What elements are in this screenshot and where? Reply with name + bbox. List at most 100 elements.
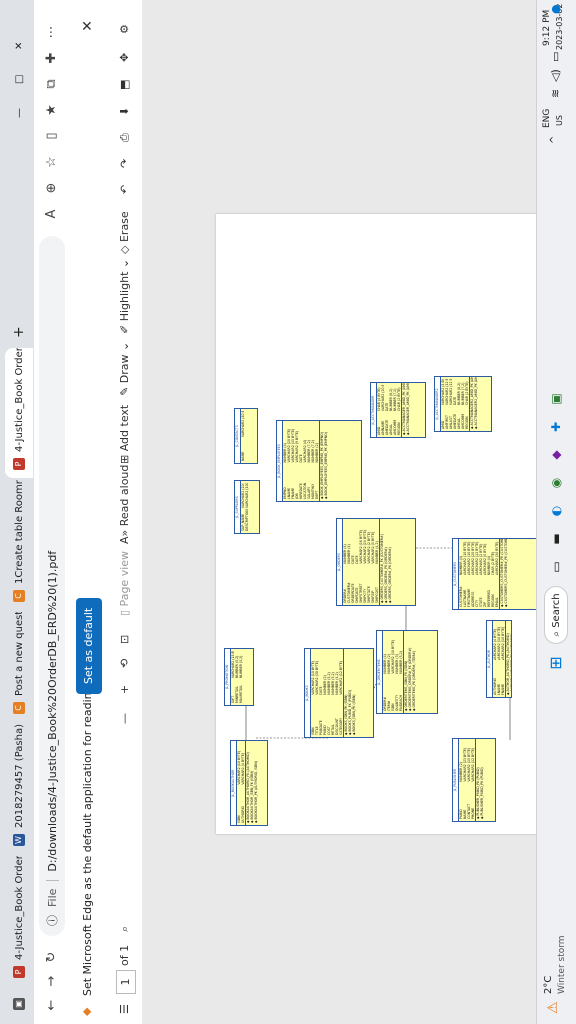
fit-page-icon[interactable]: ⊡	[116, 635, 134, 644]
column-type: CHAR (2 BYTE)	[397, 387, 401, 411]
contents-icon[interactable]: ☰	[116, 1004, 134, 1014]
address-bar: ← → ↻ ⓘ File D:/downloads/4-Justice_Book…	[34, 0, 71, 1024]
page-number-input[interactable]: 1	[116, 970, 136, 994]
search-icon[interactable]: ⌕	[116, 926, 134, 932]
erd-key-row: ◆ BOOKS_ISBN_PK (ISBN)	[352, 694, 356, 736]
minimize-button[interactable]: —	[5, 100, 33, 124]
erd-column-row: MAXRETAIL NUMBER (5,2)	[239, 649, 243, 705]
chrome-icon[interactable]: ◉	[545, 472, 567, 494]
info-icon[interactable]: ⓘ	[44, 915, 60, 926]
app-icon[interactable]: ◆	[545, 444, 567, 466]
window-close-button[interactable]: ✕	[5, 32, 33, 56]
url-field[interactable]: ⓘ File D:/downloads/4-Justice_Book%20Ord…	[39, 236, 65, 936]
favorite-star-icon[interactable]: ☆	[42, 152, 62, 172]
workspaces-button[interactable]: ▣	[5, 988, 33, 1018]
set-as-default-button[interactable]: Set as default	[76, 597, 102, 694]
tab-erd-active[interactable]: P 4-Justice_Book OrderDB_ERD (1 ×	[5, 348, 33, 478]
tab-create-table[interactable]: C 1Create table Roomreservation ×	[5, 480, 33, 610]
zoom-out-button[interactable]: —	[116, 713, 134, 724]
erd-column-row: DESCRIPTION VARCHAR2 (100 BYTE)	[245, 481, 249, 533]
page-view-button[interactable]: ▯ Page view	[116, 551, 134, 616]
more-icon[interactable]: ⋯	[42, 22, 62, 42]
tab-post-question[interactable]: C Post a new question ×	[5, 612, 33, 722]
language-region: US	[555, 115, 564, 126]
volume-icon[interactable]: ◁)	[549, 69, 562, 82]
column-name: PHONE	[471, 807, 475, 819]
task-view-icon[interactable]: ▭	[545, 556, 567, 578]
file-explorer-icon[interactable]: ▬	[545, 528, 567, 550]
tab-erd-1[interactable]: P 4-Justice_Book OrderDB_ERD ×	[5, 856, 33, 986]
column-type: VARCHAR2 (4 BYTE)	[241, 752, 245, 785]
browser-window: ▣ P 4-Justice_Book OrderDB_ERD × W 20182…	[0, 0, 576, 1024]
forward-icon[interactable]: →	[43, 972, 61, 990]
language-indicator[interactable]: ENG	[542, 109, 552, 128]
favorites-icon[interactable]: ★	[42, 100, 62, 120]
column-name: FNAME	[501, 683, 505, 695]
clock-time[interactable]: 9:12 PM	[542, 10, 552, 46]
column-type: NUMBER (4,2)	[375, 541, 379, 564]
weather-icon[interactable]: ⚠	[545, 1001, 561, 1014]
refresh-icon[interactable]: ↻	[43, 948, 61, 966]
read-aloud-button[interactable]: A» Read aloud	[116, 465, 134, 544]
back-icon[interactable]: ←	[43, 996, 61, 1014]
highlight-button[interactable]: ✐ Highlight ⌄	[116, 259, 134, 334]
print-icon[interactable]: ⎙	[116, 133, 134, 142]
start-icon[interactable]: ⊞	[545, 652, 567, 674]
add-text-button[interactable]: ⊞ Add text	[116, 405, 134, 464]
zoom-icon[interactable]: ⊕	[42, 178, 62, 198]
new-tab-button[interactable]: +	[5, 320, 33, 344]
erd-column-row: PAIDEACH NUMBER (5,2)	[399, 631, 403, 713]
rotate-icon[interactable]: ⟲	[116, 659, 134, 668]
erd-key-row: ◆ CUSTOMERS_CUSTOMER#_PK (CUSTOMER#)	[504, 538, 508, 607]
draw-button[interactable]: ✎ Draw ⌄	[116, 342, 134, 396]
weather-desc: Winter storm	[557, 935, 567, 994]
erd-column-row: REGION CHAR (2 BYTE)	[397, 383, 401, 437]
edge-icon[interactable]: ◐	[545, 500, 567, 522]
erd-column-row: AUTHORID VARCHAR2 (4 BYTE)	[241, 741, 245, 825]
erd-column-row: DEPT NUMBER (2)	[315, 421, 319, 501]
column-type: NUMBER (5,2)	[239, 655, 243, 679]
pin-icon[interactable]: ✥	[116, 53, 134, 62]
read-aloud-icon[interactable]: A	[42, 204, 62, 224]
column-name: DEPT	[315, 490, 319, 499]
erd-column-row: NAME VARCHAR2 (40 BYTE)	[241, 409, 245, 463]
erd-table-jl-acctmanager: JL_ACCTMANAGER AMID CHAR (4 BYTE) AMNAME VAR…	[370, 382, 426, 438]
maximize-button[interactable]: □	[5, 66, 33, 90]
erd-column-row: FNAME VARCHAR2 (10 BYTE)	[501, 621, 505, 697]
close-icon[interactable]: ✕	[80, 20, 96, 32]
taskbar-search[interactable]: ⌕ Search	[544, 586, 568, 644]
save-icon[interactable]: ⬇	[116, 107, 134, 116]
battery-icon[interactable]: ▭	[549, 52, 562, 62]
tab-midterm[interactable]: W 2018279457 (Pasha) Midterm do ×	[5, 724, 33, 854]
split-screen-icon[interactable]: ▯	[42, 126, 62, 146]
erd-table-jl-book-employees: JL_BOOK_EMPLOYEES EMPNO NUMBER (4) LNAME VAR…	[276, 420, 362, 502]
settings-icon[interactable]: ⚙	[116, 24, 134, 34]
erd-table-jl-suppliers: JL_SUPPLIERS SUP_NAME VARCHAR2 (20 BYTE) DE…	[234, 480, 260, 534]
word-icon: W	[13, 834, 25, 846]
erase-button[interactable]: ◇ Erase	[116, 211, 134, 254]
tab-bar: ▣ P 4-Justice_Book OrderDB_ERD × W 20182…	[0, 0, 34, 1024]
column-name: MAXRETAIL	[239, 685, 243, 703]
store-icon[interactable]: ✚	[545, 416, 567, 438]
column-name: EMAIL	[495, 597, 499, 607]
undo-icon[interactable]: ↶	[116, 185, 134, 194]
erd-table-jl-author: JL_AUTHOR AUTHORID VARCHAR2 (4 BYTE) LNAME V…	[486, 620, 512, 698]
excel-icon[interactable]: ▣	[545, 388, 567, 410]
tray-chevron-icon[interactable]: ^	[549, 136, 560, 144]
collections-icon[interactable]: ⧉	[42, 74, 62, 94]
weather-temp: 2°C	[543, 975, 554, 994]
taskbar: ⚠ 2°C Winter storm ⊞ ⌕ Search ▭ ▬ ◐ ◉ ◆ …	[536, 0, 576, 1024]
extensions-icon[interactable]: ✚	[42, 48, 62, 68]
save-as-icon[interactable]: ⬒	[116, 80, 134, 90]
wifi-icon[interactable]: ≋	[549, 89, 562, 98]
erd-table-jl-books: JL_BOOKS ISBN VARCHAR2 (10 BYTE) TITLE VARCH…	[304, 648, 374, 738]
redo-icon[interactable]: ↷	[116, 159, 134, 168]
zoom-in-button[interactable]: +	[116, 685, 134, 694]
pdf-icon: P	[13, 458, 25, 470]
erd-table-jl-promotion: JL_PROMOTION GIFT VARCHAR2 (15 BYTE) MINRET…	[224, 648, 254, 706]
erd-key-row: ◆ ACCTMANAGER_AMID_PK (AMID)	[406, 382, 410, 435]
erd-table-jl-publisher: JL_PUBLISHER PUBID NUMBER (2) NAME VARCHAR2 …	[452, 738, 496, 822]
notification-icon[interactable]: ●	[549, 4, 562, 14]
erd-table-jl-contacts: JL_CONTACTS NAME VARCHAR2 (40 BYTE)	[234, 408, 258, 464]
column-name: AUTHORID	[241, 806, 245, 823]
